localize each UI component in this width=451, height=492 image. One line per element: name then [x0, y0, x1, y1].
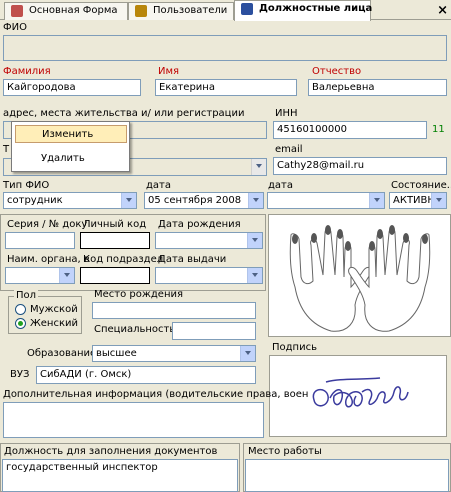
- date2-picker[interactable]: [267, 192, 385, 209]
- chevron-down-icon[interactable]: [59, 268, 74, 283]
- university-input[interactable]: СибАДИ (г. Омск): [36, 366, 256, 384]
- name-input[interactable]: Екатерина: [155, 79, 297, 96]
- form-icon: [11, 5, 23, 17]
- address-label: адрес, места жительства и/ или регистрац…: [3, 108, 245, 119]
- birthplace-label: Место рождения: [94, 289, 183, 300]
- chevron-down-icon[interactable]: [121, 193, 136, 208]
- fingerprints-panel[interactable]: [268, 214, 451, 337]
- chevron-down-icon[interactable]: [248, 193, 263, 208]
- surname-input[interactable]: Кайгородова: [3, 79, 141, 96]
- official-icon: [241, 3, 253, 15]
- name-label: Имя: [158, 66, 180, 77]
- fio-field[interactable]: [3, 35, 447, 61]
- personal-code-label: Личный код: [83, 219, 147, 230]
- gender-female-label[interactable]: Женский: [30, 318, 78, 329]
- specialty-label: Специальность: [94, 324, 176, 335]
- tab-users[interactable]: Пользователи: [128, 2, 234, 20]
- phone-label: Т: [3, 144, 10, 155]
- gender-female-radio[interactable]: [15, 318, 26, 329]
- chevron-down-icon[interactable]: [431, 193, 446, 208]
- chevron-down-icon[interactable]: [251, 159, 266, 175]
- workplace-input[interactable]: [245, 459, 449, 492]
- menu-item-delete[interactable]: Удалить: [15, 150, 127, 168]
- state-select[interactable]: АКТИВНІ: [389, 192, 447, 209]
- gender-label: Пол: [14, 290, 39, 301]
- chevron-down-icon[interactable]: [369, 193, 384, 208]
- gender-male-radio[interactable]: [15, 304, 26, 315]
- signature-label: Подпись: [272, 342, 317, 353]
- date1-picker[interactable]: 05 сентября 2008: [144, 192, 264, 209]
- email-input[interactable]: Cathy28@mail.ru: [273, 157, 447, 175]
- chevron-down-icon[interactable]: [247, 233, 262, 248]
- tab-main-form[interactable]: Основная Форма: [4, 2, 128, 20]
- birth-date-label: Дата рождения: [158, 219, 241, 230]
- hands-icon: [289, 225, 431, 332]
- chevron-down-icon[interactable]: [247, 268, 262, 283]
- specialty-input[interactable]: [172, 322, 256, 340]
- inn-label: ИНН: [275, 108, 298, 119]
- chevron-down-icon[interactable]: [240, 346, 255, 361]
- passport-series-label: Серия / № доку: [7, 219, 88, 230]
- close-icon[interactable]: ×: [437, 3, 448, 18]
- menu-item-edit[interactable]: Изменить: [15, 125, 127, 143]
- personal-code-input[interactable]: [80, 232, 150, 249]
- inn-input[interactable]: 45160100000: [273, 121, 427, 139]
- university-label: ВУЗ: [10, 369, 30, 380]
- issuing-org-select[interactable]: [5, 267, 75, 284]
- surname-label: Фамилия: [3, 66, 51, 77]
- position-input[interactable]: государственный инспектор: [2, 459, 238, 492]
- fio-type-select[interactable]: сотрудник: [3, 192, 137, 209]
- education-select[interactable]: высшее: [92, 345, 256, 362]
- date1-label: дата: [146, 180, 171, 191]
- tab-bar: Основная Форма Пользователи Должностные …: [0, 0, 451, 21]
- user-icon: [135, 5, 147, 17]
- education-label: Образование: [27, 348, 97, 359]
- birthplace-input[interactable]: [92, 302, 256, 319]
- email-label: email: [275, 144, 303, 155]
- issuing-org-label: Наим. органа, в: [7, 254, 90, 265]
- context-menu: Изменить Удалить: [11, 121, 130, 172]
- issue-date-label: Дата выдачи: [158, 254, 227, 265]
- inn-length-counter: 11: [432, 124, 445, 135]
- issue-date-picker[interactable]: [155, 267, 263, 284]
- date2-label: дата: [268, 180, 293, 191]
- additional-info-input[interactable]: [3, 402, 264, 438]
- dept-code-input[interactable]: [80, 267, 150, 284]
- birth-date-picker[interactable]: [155, 232, 263, 249]
- tab-officials[interactable]: Должностные лица: [234, 0, 372, 21]
- workplace-label: Место работы: [248, 446, 322, 457]
- state-label: Состояние...: [391, 180, 451, 191]
- fio-label: ФИО: [3, 22, 27, 33]
- dept-code-label: Код подраздел: [83, 254, 164, 265]
- gender-male-label[interactable]: Мужской: [30, 304, 78, 315]
- patronymic-input[interactable]: Валерьевна: [308, 79, 447, 96]
- passport-series-input[interactable]: [5, 232, 75, 249]
- position-label: Должность для заполнения документов: [4, 446, 218, 457]
- additional-info-label: Дополнительная информация (водительские …: [3, 389, 309, 400]
- fio-type-label: Тип ФИО: [3, 180, 50, 191]
- patronymic-label: Отчество: [312, 66, 362, 77]
